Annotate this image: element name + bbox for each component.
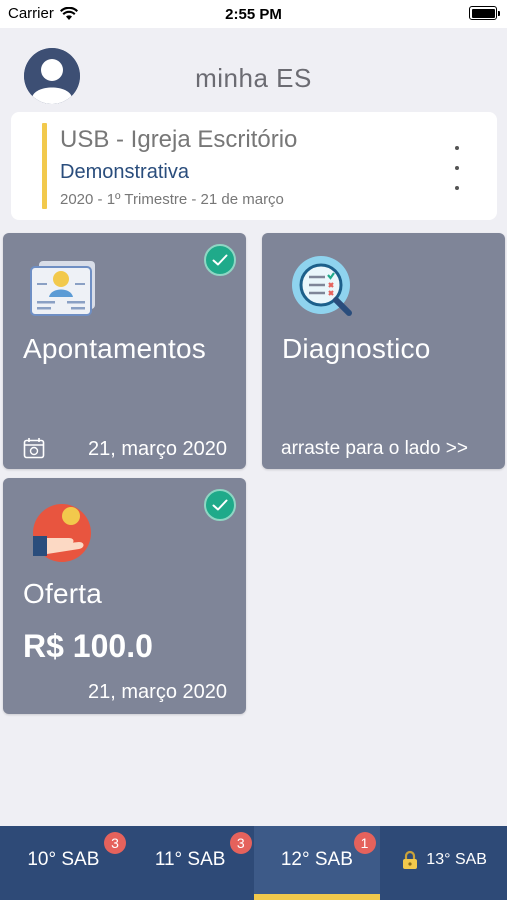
more-options-button[interactable] [447, 146, 467, 190]
notification-badge: 1 [353, 832, 376, 854]
notification-badge: 3 [104, 832, 126, 854]
tab-label: 10° SAB [27, 849, 100, 870]
notification-badge: 3 [229, 832, 252, 854]
magnifier-checklist-icon [289, 255, 355, 326]
kebab-dot [455, 186, 459, 190]
check-icon [204, 244, 236, 276]
tile-title: Oferta [23, 578, 103, 609]
status-bar: Carrier 2:55 PM [0, 0, 507, 28]
church-type: Demonstrativa [60, 161, 189, 183]
tab-label: 11° SAB [154, 849, 226, 870]
church-name: USB - Igreja Escritório [60, 126, 298, 153]
header: minha ES [0, 28, 507, 112]
church-info-card[interactable]: USB - Igreja Escritório Demonstrativa 20… [11, 112, 497, 220]
id-card-icon [29, 257, 99, 324]
tile-title: Diagnostico [282, 333, 431, 364]
wifi-icon [59, 6, 78, 20]
tile-date: 21, março 2020 [88, 681, 227, 703]
tab-11-sab[interactable]: 11° SAB 3 [127, 826, 254, 900]
swipe-hint: arraste para o lado >> [281, 438, 468, 459]
offering-amount: R$ 100.0 [23, 628, 153, 664]
status-time: 2:55 PM [225, 5, 282, 23]
diagnostico-tile[interactable]: Diagnostico arraste para o lado >> [262, 233, 505, 469]
tile-title: Apontamentos [23, 333, 206, 364]
accent-bar [42, 123, 47, 209]
status-left: Carrier [8, 5, 78, 22]
tile-date: 21, março 2020 [88, 438, 227, 460]
check-icon [204, 489, 236, 521]
apontamentos-tile[interactable]: Apontamentos 21, março 2020 [3, 233, 246, 469]
kebab-dot [455, 166, 459, 170]
battery-icon [469, 6, 500, 20]
offering-hand-icon [31, 502, 93, 569]
calendar-icon [23, 437, 45, 464]
kebab-dot [455, 146, 459, 150]
oferta-tile[interactable]: Oferta R$ 100.0 21, março 2020 [3, 478, 246, 714]
tab-label: 12° SAB [280, 849, 353, 870]
carrier-label: Carrier [8, 5, 54, 22]
page-title: minha ES [195, 63, 312, 93]
tab-label: 13° SAB [426, 851, 487, 868]
tab-10-sab[interactable]: 10° SAB 3 [0, 826, 127, 900]
sabbath-tabbar: 10° SAB 3 11° SAB 3 12° SAB 1 13° SAB [0, 826, 507, 900]
period-label: 2020 - 1º Trimestre - 21 de março [60, 191, 284, 208]
lock-icon [403, 850, 418, 869]
tab-12-sab[interactable]: 12° SAB 1 [253, 826, 381, 900]
tab-13-sab[interactable]: 13° SAB [380, 826, 507, 900]
